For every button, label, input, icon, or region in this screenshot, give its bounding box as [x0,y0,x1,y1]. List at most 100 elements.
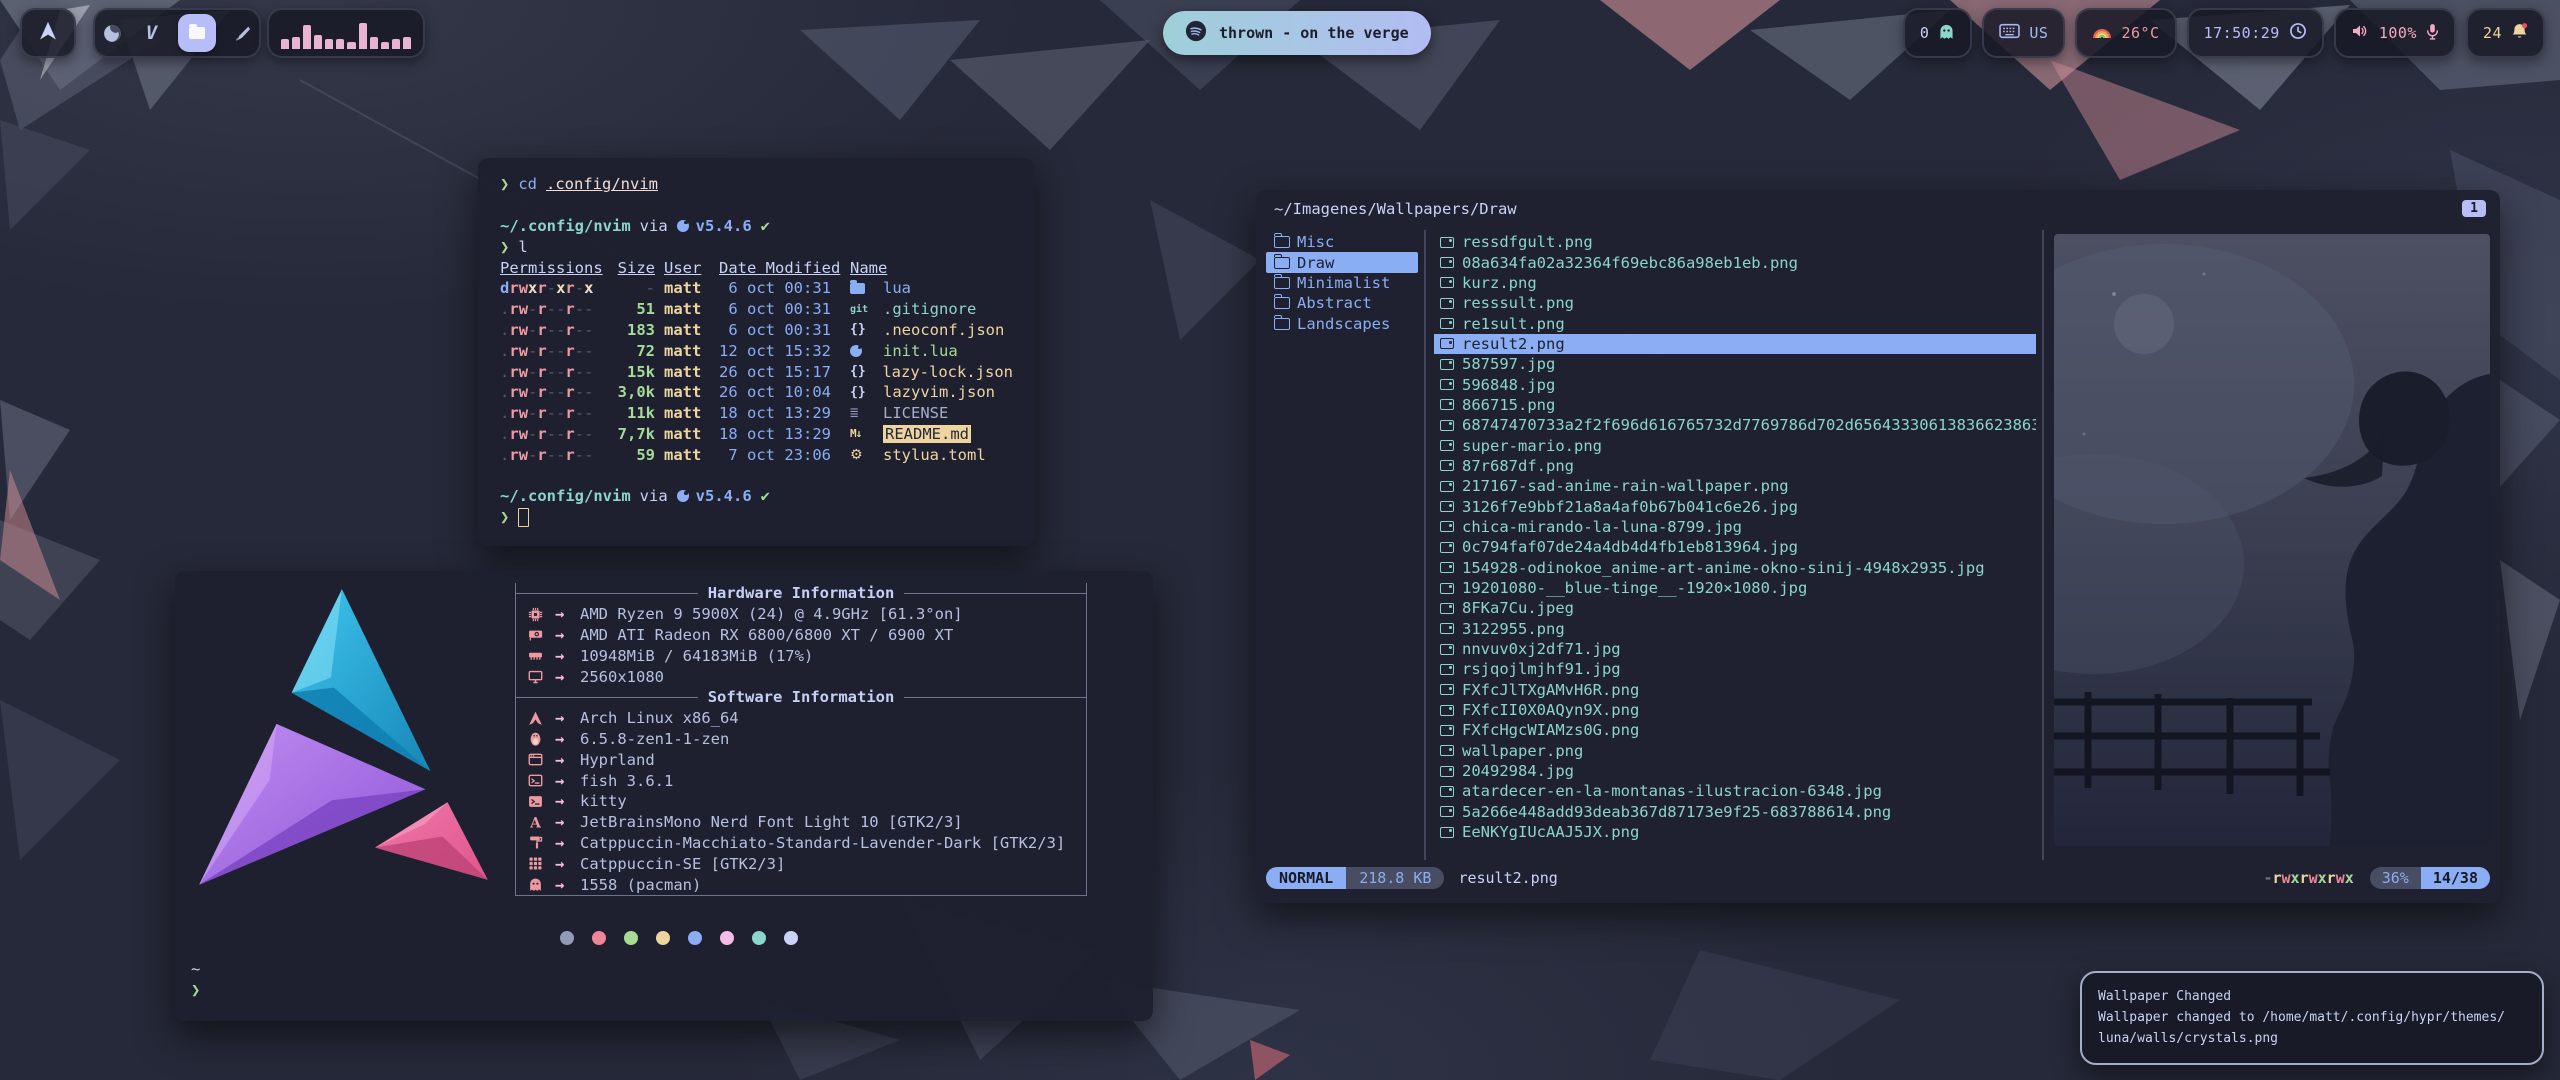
neovim-icon[interactable]: V [139,14,165,52]
file-item[interactable]: FXfcII0X0AQyn9X.png [1434,700,2036,720]
arrow-icon: → [555,834,580,852]
file-item[interactable]: re1sult.png [1434,313,2036,333]
file-item[interactable]: 20492984.jpg [1434,761,2036,781]
status-bar: NORMAL 218.8 KB result2.png -rwxrwxrwx 3… [1266,866,2490,890]
terminal-file-row: .rw-r--r--59matt 7 oct 23:06⚙stylua.toml [500,444,1013,465]
fetch-info-row: →Arch Linux x86_64 [516,708,1086,729]
brush-icon[interactable] [229,14,255,52]
file-item[interactable]: 596848.jpg [1434,374,2036,394]
file-item[interactable]: 08a634fa02a32364f69ebc86a98eb1eb.png [1434,252,2036,272]
notifications-widget[interactable]: 24 [2466,8,2545,58]
image-icon [1440,318,1454,329]
file-item[interactable]: 866715.png [1434,395,2036,415]
temperature: 26°C [2121,24,2159,42]
file-item[interactable]: resssult.png [1434,293,2036,313]
spotify-icon [1185,20,1207,46]
arrow-icon: → [555,813,580,831]
file-item[interactable]: FXfcHgcWIAMzs0G.png [1434,720,2036,740]
clock-widget[interactable]: 17:50:29 [2187,8,2324,58]
file-item[interactable]: 3126f7e9bbf21a8a4af0b67b041c6e26.jpg [1434,496,2036,516]
visualizer-bar [325,39,333,49]
image-icon [1440,766,1454,777]
keyboard-icon [1999,23,2020,43]
firefox-icon[interactable] [100,14,126,52]
file-item[interactable]: EeNKYgIUcAAJ5JX.png [1434,822,2036,842]
file-item[interactable]: 5a266e448add93deab367d87173e9f25-6837886… [1434,802,2036,822]
notification-count: 24 [2483,24,2502,42]
sidebar-folder-landscapes[interactable]: Landscapes [1266,314,1418,334]
image-icon [1440,237,1454,248]
listing-header: PermissionsSizeUserDate ModifiedName [500,257,1013,278]
file-manager-icon[interactable] [178,14,216,52]
file-item[interactable]: 8FKa7Cu.jpeg [1434,598,2036,618]
file-item[interactable]: rsjqojlmjhf91.jpg [1434,659,2036,679]
display-icon [528,669,555,684]
file-item[interactable]: kurz.png [1434,273,2036,293]
selected-file-name: result2.png [1458,869,1557,887]
folder-icon [189,27,205,39]
file-item[interactable]: 0c794faf07de24a4db4d4fb1eb813964.jpg [1434,537,2036,557]
arrow-icon: → [555,855,580,873]
terminal-file-row: .rw-r--r--3,0kmatt26 oct 10:04{}lazyvim.… [500,382,1013,403]
visualizer-bar [381,42,389,49]
file-item[interactable]: 587597.jpg [1434,354,2036,374]
arrow-icon: → [555,751,580,769]
updates-widget[interactable]: 0 [1903,8,1973,58]
image-icon [1440,623,1454,634]
lua-icon [677,220,689,232]
fetch-window[interactable]: Hardware Information →AMD Ryzen 9 5900X … [175,571,1153,1021]
file-item[interactable]: result2.png [1434,334,2036,354]
terminal-window[interactable]: ❯cd.config/nvim ~/.config/nvimviav5.4.6✔… [478,158,1035,546]
palette-dot [720,931,734,945]
arch-arrow-icon [37,20,59,46]
sidebar-folder-minimalist[interactable]: Minimalist [1266,273,1418,293]
notification-toast[interactable]: Wallpaper Changed Wallpaper changed to /… [2080,971,2544,1065]
file-item[interactable]: 19201080-__blue-tinge__-1920×1080.jpg [1434,578,2036,598]
file-item[interactable]: 3122955.png [1434,619,2036,639]
json-icon: {} [850,385,866,400]
arrow-icon: → [555,668,580,686]
file-item[interactable]: 217167-sad-anime-rain-wallpaper.png [1434,476,2036,496]
launcher-button[interactable] [20,8,76,58]
font-icon: A [528,815,555,830]
file-item[interactable]: atardecer-en-la-montanas-ilustracion-634… [1434,781,2036,801]
breadcrumb-path: ~/Imagenes/Wallpapers/Draw [1274,200,1517,218]
image-icon [1440,603,1454,614]
file-item[interactable]: super-mario.png [1434,435,2036,455]
image-icon [1440,257,1454,268]
sidebar-folder-draw[interactable]: Draw [1266,252,1418,272]
fetch-info-row: →6.5.8-zen1-1-zen [516,729,1086,750]
software-section-title: Software Information [516,687,1086,708]
image-icon [1440,644,1454,655]
weather-widget[interactable]: 26°C [2075,8,2176,58]
desktop: V thrown - on the verge 0 US [0,0,2560,1080]
image-icon [1440,338,1454,349]
file-manager-window[interactable]: ~/Imagenes/Wallpapers/Draw 1 MiscDrawMin… [1256,190,2500,903]
audio-visualizer-widget[interactable] [267,8,425,58]
file-item[interactable]: FXfcJlTXgAMvH6R.png [1434,680,2036,700]
palette-dot [752,931,766,945]
file-item[interactable]: 87r687df.png [1434,456,2036,476]
image-icon [1440,705,1454,716]
volume-widget[interactable]: 100% [2334,8,2456,58]
sidebar-folder-misc[interactable]: Misc [1266,232,1418,252]
visualizer-bar [336,39,344,49]
check-icon: ✔ [761,217,770,235]
file-item[interactable]: nnvuv0xj2df71.jpg [1434,639,2036,659]
file-item[interactable]: 154928-odinokoe_anime-art-anime-okno-sin… [1434,558,2036,578]
system-tray: 0 US 26°C 17:50:29 10 [1903,8,2545,58]
file-item[interactable]: 68747470733a2f2f696d616765732d7769786d70… [1434,415,2036,435]
image-icon [1440,745,1454,756]
image-icon [1440,827,1454,838]
sidebar-folder-abstract[interactable]: Abstract [1266,293,1418,313]
file-item[interactable]: chica-mirando-la-luna-8799.jpg [1434,517,2036,537]
text-cursor [518,508,529,527]
bell-icon [2511,22,2528,44]
keyboard-layout-widget[interactable]: US [1982,8,2065,58]
list-position: 14/38 [2421,867,2490,889]
file-item[interactable]: ressdfgult.png [1434,232,2036,252]
arrow-icon: → [555,605,580,623]
lua-icon [850,345,862,357]
media-player-pill[interactable]: thrown - on the verge [1163,11,1431,55]
file-item[interactable]: wallpaper.png [1434,741,2036,761]
